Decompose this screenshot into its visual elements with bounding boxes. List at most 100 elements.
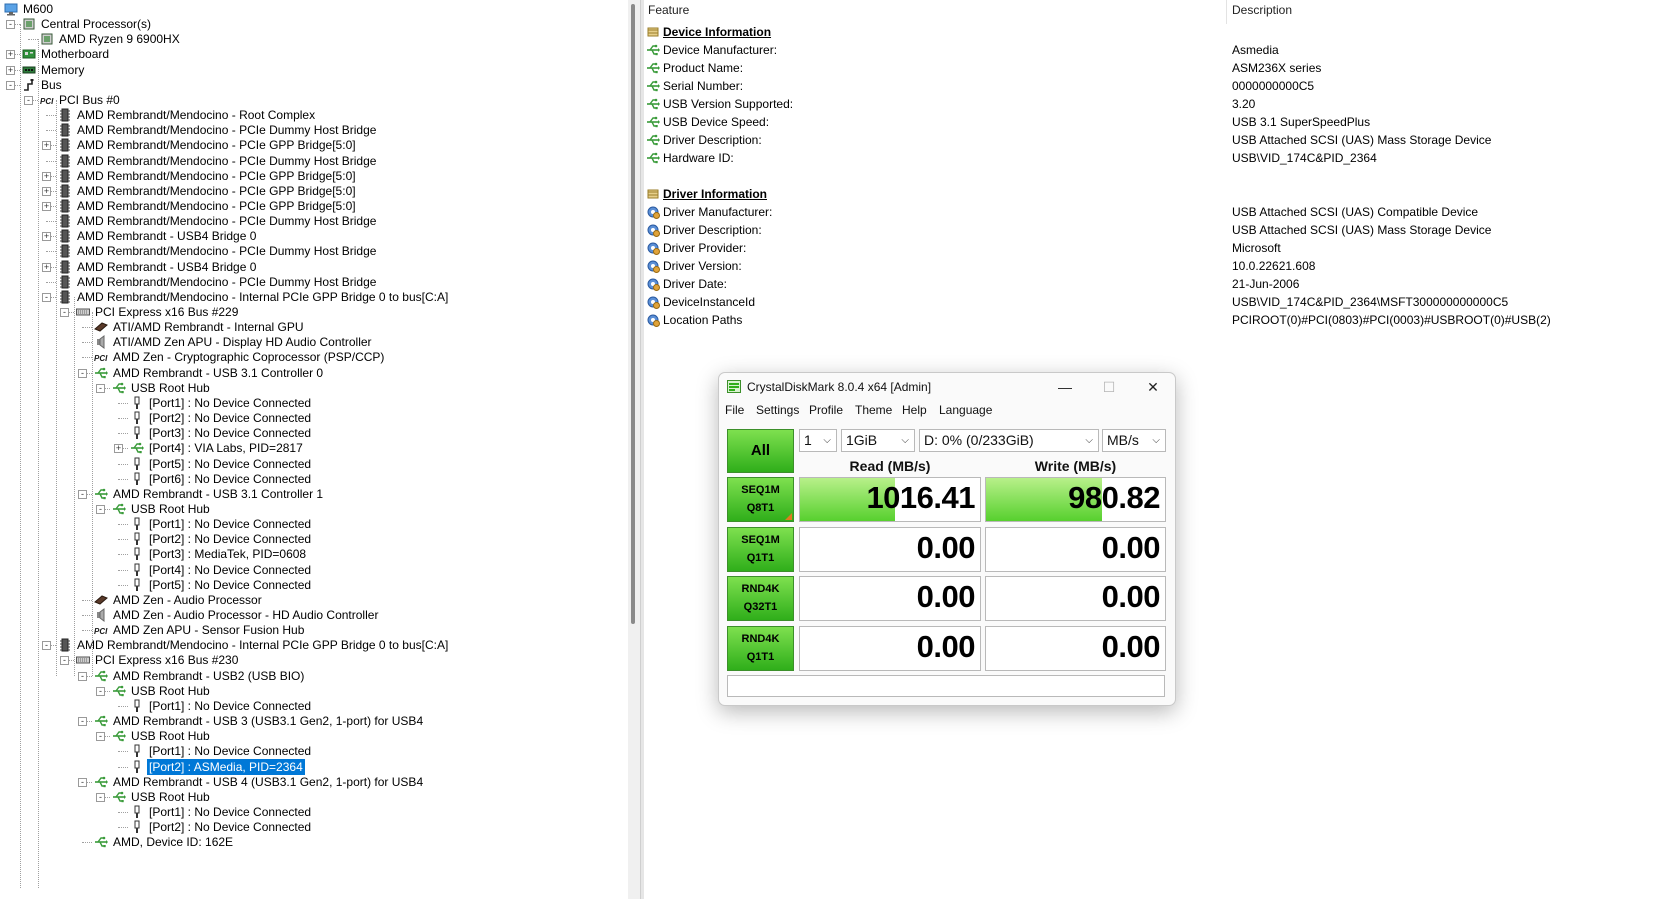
tree-item[interactable]: [Port2] : ASMedia, PID=2364 — [0, 757, 628, 776]
tree-item[interactable]: - USB Root Hub — [0, 501, 628, 517]
crystaldiskmark-window[interactable]: CrystalDiskMark 8.0.4 x64 [Admin] — ☐ ✕ … — [718, 372, 1176, 706]
property-row[interactable]: Driver Version: 10.0.22621.608 — [644, 257, 1654, 275]
tree-item[interactable]: AMD Rembrandt/Mendocino - PCIe Dummy Hos… — [0, 213, 628, 229]
drive-select[interactable]: D: 0% (0/233GiB) ⌵ — [919, 429, 1099, 452]
tree-item[interactable]: - AMD Rembrandt - USB 4 (USB3.1 Gen2, 1-p… — [0, 774, 628, 790]
tree-item[interactable]: AMD Rembrandt/Mendocino - Root Complex — [0, 107, 628, 123]
tree-item[interactable]: AMD Rembrandt/Mendocino - PCIe Dummy Hos… — [0, 153, 628, 169]
test-size-select[interactable]: 1GiB ⌵ — [841, 429, 915, 452]
tree-item[interactable]: AMD Rembrandt/Mendocino - PCIe Dummy Hos… — [0, 122, 628, 138]
collapse-icon[interactable]: - — [96, 792, 105, 802]
tree-item[interactable]: ATI/AMD Zen APU - Display HD Audio Contr… — [0, 334, 628, 350]
tree-item[interactable]: - PCI PCI Bus #0 — [0, 92, 628, 108]
collapse-icon[interactable]: - — [96, 383, 105, 393]
collapse-icon[interactable]: - — [6, 20, 15, 30]
collapse-icon[interactable]: - — [96, 504, 105, 514]
property-row[interactable]: Driver Description: USB Attached SCSI (UA… — [644, 221, 1654, 239]
tree-item[interactable]: [Port4] : No Device Connected — [0, 562, 628, 578]
expand-icon[interactable]: + — [42, 262, 51, 272]
tree-item[interactable]: [Port5] : No Device Connected — [0, 456, 628, 472]
collapse-icon[interactable]: - — [78, 489, 87, 499]
tree-item[interactable]: PCI AMD Zen APU - Sensor Fusion Hub — [0, 622, 628, 638]
tree-item[interactable]: [Port2] : No Device Connected — [0, 819, 628, 835]
tree-item[interactable]: PCI AMD Zen - Cryptographic Coprocessor (… — [0, 349, 628, 365]
property-row[interactable]: Device Manufacturer: Asmedia — [644, 41, 1654, 59]
menu-help[interactable]: Help — [902, 403, 927, 417]
test-button-seq1m-q8t1[interactable]: SEQ1M Q8T1 — [727, 477, 794, 522]
tree-item[interactable]: - AMD Rembrandt - USB 3.1 Controller 0 — [0, 365, 628, 381]
test-count-select[interactable]: 1 ⌵ — [799, 429, 837, 452]
maximize-button[interactable]: ☐ — [1087, 373, 1131, 401]
comment-input[interactable] — [727, 675, 1165, 697]
run-all-button[interactable]: All — [727, 429, 794, 473]
tree-item[interactable]: + Memory — [0, 62, 628, 78]
column-header-description[interactable]: Description — [1232, 3, 1292, 17]
menu-language[interactable]: Language — [939, 403, 992, 417]
property-row[interactable]: Driver Manufacturer: USB Attached SCSI (U… — [644, 203, 1654, 221]
property-row[interactable]: USB Device Speed: USB 3.1 SuperSpeedPlus — [644, 113, 1654, 131]
tree-item[interactable]: + Motherboard — [0, 46, 628, 62]
tree-scrollbar[interactable] — [628, 0, 640, 899]
tree-item[interactable]: - USB Root Hub — [0, 683, 628, 699]
expand-icon[interactable]: + — [6, 50, 15, 60]
collapse-icon[interactable]: - — [78, 717, 87, 727]
collapse-icon[interactable]: - — [96, 732, 105, 742]
menu-profile[interactable]: Profile — [809, 403, 843, 417]
tree-item[interactable]: [Port1] : No Device Connected — [0, 516, 628, 532]
tree-item[interactable]: AMD Ryzen 9 6900HX — [0, 31, 628, 47]
property-row[interactable]: Driver Date: 21-Jun-2006 — [644, 275, 1654, 293]
tree-item[interactable]: + AMD Rembrandt/Mendocino - PCIe GPP Brid… — [0, 198, 628, 214]
section-header[interactable]: Device Information — [644, 23, 1654, 41]
tree-item[interactable]: - AMD Rembrandt - USB 3.1 Controller 1 — [0, 486, 628, 502]
tree-item[interactable]: - USB Root Hub — [0, 728, 628, 744]
tree-item[interactable]: + [Port4] : VIA Labs, PID=2817 — [0, 440, 628, 456]
collapse-icon[interactable]: - — [60, 308, 69, 317]
tree-item[interactable]: - AMD Rembrandt - USB2 (USB BIO) — [0, 668, 628, 684]
tree-item[interactable]: [Port2] : No Device Connected — [0, 410, 628, 426]
tree-item[interactable]: [Port2] : No Device Connected — [0, 531, 628, 547]
property-row[interactable]: Serial Number: 0000000000C5 — [644, 77, 1654, 95]
collapse-icon[interactable]: - — [96, 686, 105, 696]
tree-item[interactable]: + AMD Rembrandt - USB4 Bridge 0 — [0, 259, 628, 275]
expand-icon[interactable]: + — [6, 65, 15, 75]
close-button[interactable]: ✕ — [1131, 373, 1175, 401]
tree-item[interactable]: + AMD Rembrandt/Mendocino - PCIe GPP Brid… — [0, 137, 628, 153]
expand-icon[interactable]: + — [42, 232, 51, 242]
collapse-icon[interactable]: - — [60, 656, 69, 666]
column-separator[interactable] — [1226, 0, 1227, 24]
property-row[interactable]: Location Paths PCIROOT(0)#PCI(0803)#PCI(0… — [644, 311, 1654, 329]
property-row[interactable]: Driver Provider: Microsoft — [644, 239, 1654, 257]
property-row[interactable]: Product Name: ASM236X series — [644, 59, 1654, 77]
collapse-icon[interactable]: - — [78, 777, 87, 787]
tree-item[interactable]: - PCI Express x16 Bus #229 — [0, 304, 628, 320]
tree-item[interactable]: + AMD Rembrandt - USB4 Bridge 0 — [0, 228, 628, 244]
menu-settings[interactable]: Settings — [756, 403, 799, 417]
test-button-rnd4k-q32t1[interactable]: RND4K Q32T1 — [727, 576, 794, 621]
test-button-rnd4k-q1t1[interactable]: RND4K Q1T1 — [727, 625, 794, 671]
collapse-icon[interactable]: - — [78, 671, 87, 681]
property-row[interactable]: USB Version Supported: 3.20 — [644, 95, 1654, 113]
tree-item[interactable]: [Port1] : No Device Connected — [0, 743, 628, 759]
title-bar[interactable]: CrystalDiskMark 8.0.4 x64 [Admin] — ☐ ✕ — [719, 373, 1175, 401]
tree-scroll-thumb[interactable] — [631, 4, 635, 624]
collapse-icon[interactable]: - — [42, 292, 51, 302]
tree-item[interactable]: + AMD Rembrandt/Mendocino - PCIe GPP Brid… — [0, 168, 628, 184]
tree-item[interactable]: AMD, Device ID: 162E — [0, 834, 628, 850]
tree-item[interactable]: [Port3] : No Device Connected — [0, 425, 628, 441]
tree-item[interactable]: [Port1] : No Device Connected — [0, 804, 628, 820]
tree-item[interactable]: -M600 — [0, 1, 628, 17]
tree-item[interactable]: AMD Zen - Audio Processor — [0, 592, 628, 608]
tree-item[interactable]: - AMD Rembrandt/Mendocino - Internal PCIe… — [0, 637, 628, 653]
tree-item[interactable]: AMD Rembrandt/Mendocino - PCIe Dummy Hos… — [0, 243, 628, 259]
expand-icon[interactable]: + — [42, 171, 51, 181]
menu-file[interactable]: File — [725, 403, 744, 417]
tree-item[interactable]: - Central Processor(s) — [0, 16, 628, 32]
tree-item[interactable]: - USB Root Hub — [0, 789, 628, 805]
tree-item[interactable]: - AMD Rembrandt - USB 3 (USB3.1 Gen2, 1-p… — [0, 713, 628, 729]
tree-item[interactable]: - USB Root Hub — [0, 380, 628, 396]
menu-theme[interactable]: Theme — [855, 403, 892, 417]
tree-item[interactable]: [Port6] : No Device Connected — [0, 471, 628, 487]
tree-item[interactable]: [Port1] : No Device Connected — [0, 698, 628, 714]
property-row[interactable]: DeviceInstanceId USB\VID_174C&PID_2364\MS… — [644, 293, 1654, 311]
tree-item[interactable]: - AMD Rembrandt/Mendocino - Internal PCIe… — [0, 289, 628, 305]
